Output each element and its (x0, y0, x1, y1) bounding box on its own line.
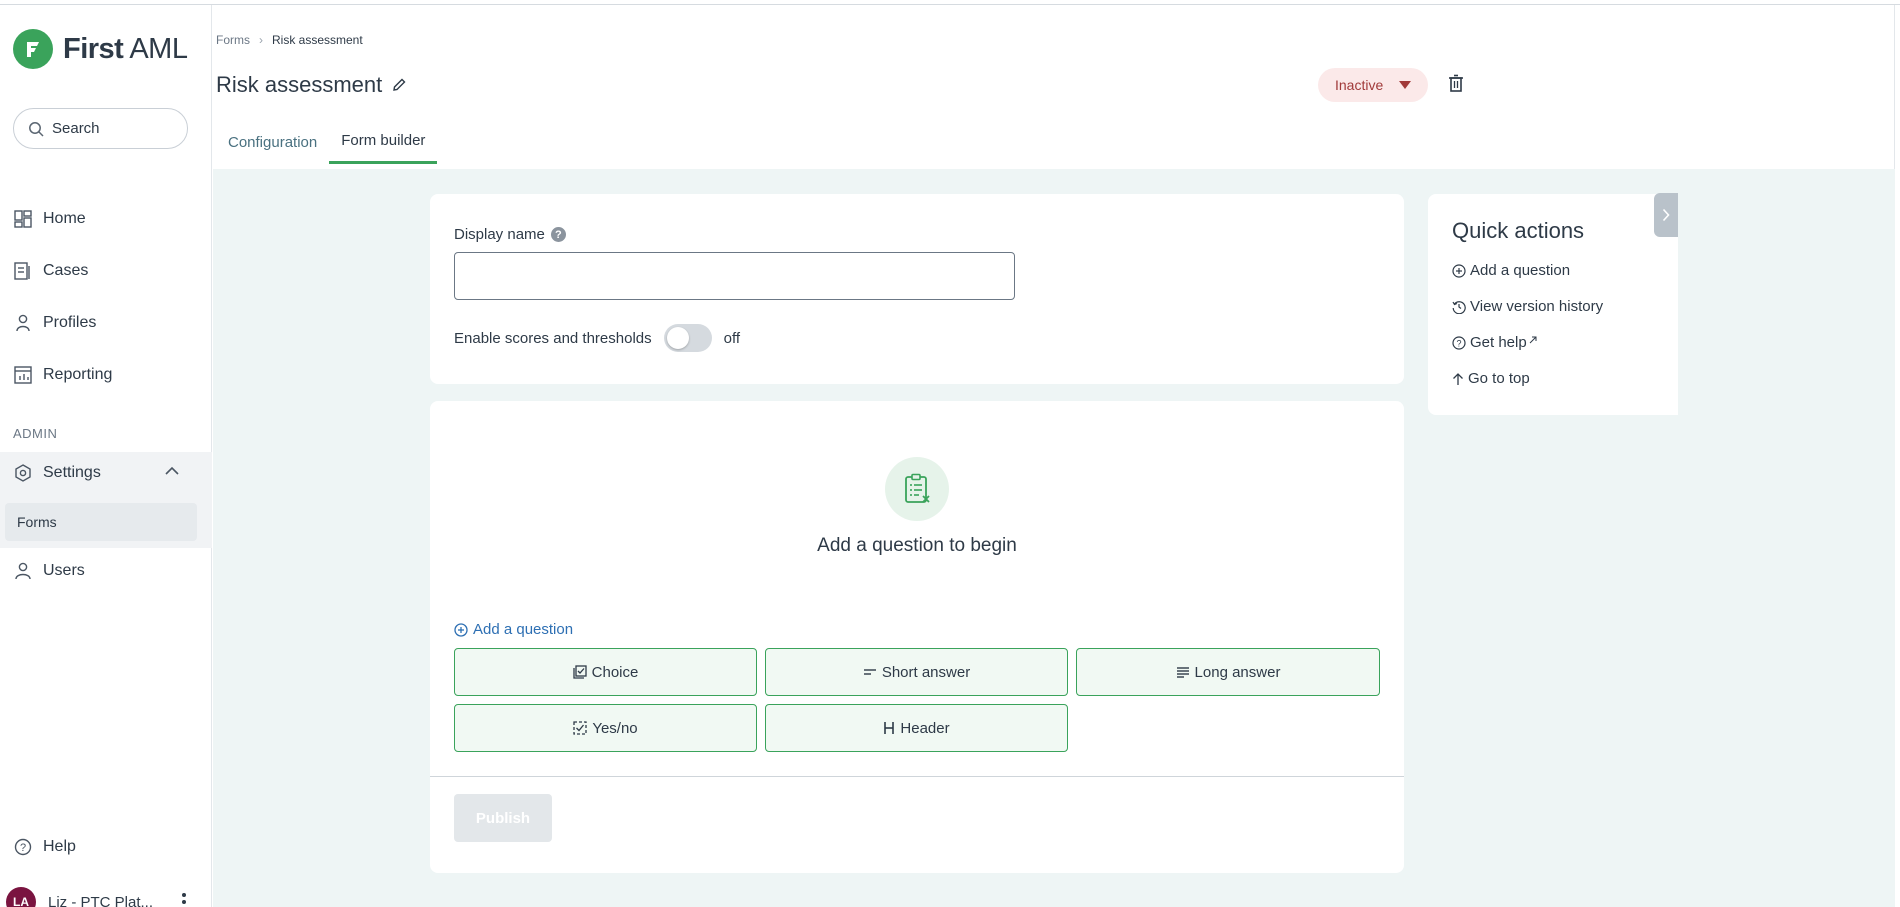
scores-toggle-row: Enable scores and thresholds off (454, 324, 740, 352)
sidebar-item-label: Profiles (43, 314, 97, 331)
history-icon (1452, 300, 1466, 314)
logo[interactable]: First AML (13, 29, 188, 69)
tab-configuration[interactable]: Configuration (216, 120, 329, 164)
yes-no-icon (573, 721, 587, 735)
add-long-answer-button[interactable]: Long answer (1076, 648, 1380, 696)
sidebar-item-home[interactable]: Home (0, 199, 212, 239)
clipboard-empty-icon (885, 457, 949, 521)
arrow-up-icon (1453, 372, 1463, 385)
tab-form-builder[interactable]: Form builder (329, 120, 438, 164)
person-icon (16, 314, 30, 332)
user-menu[interactable]: LA Liz - PTC Plat... (0, 885, 212, 907)
help-circle-icon: ? (14, 838, 32, 856)
scores-state: off (723, 329, 741, 347)
sidebar-item-users[interactable]: Users (0, 551, 212, 591)
scores-toggle[interactable] (663, 324, 712, 352)
sidebar-subitem-forms[interactable]: Forms (5, 503, 197, 541)
display-name-label: Display name ? (454, 226, 566, 243)
divider (430, 776, 1404, 777)
sidebar-item-label: Cases (43, 262, 89, 279)
collapse-panel-button[interactable] (1654, 193, 1678, 237)
quick-actions-panel: Quick actions Add a question View versio… (1428, 194, 1678, 415)
svg-text:?: ? (20, 842, 26, 854)
page-header (213, 5, 1895, 169)
admin-section-label: ADMIN (13, 426, 58, 441)
publish-button[interactable]: Publish (454, 794, 552, 842)
chevron-right-icon: › (259, 33, 263, 47)
form-settings-card: Display name ? Enable scores and thresho… (430, 194, 1404, 384)
add-choice-button[interactable]: Choice (454, 648, 757, 696)
choice-icon (572, 665, 587, 679)
qa-go-to-top-link[interactable]: Go to top (1452, 370, 1530, 387)
form-builder-card: Add a question to begin Add a question C… (430, 401, 1404, 873)
sidebar-item-help[interactable]: ? Help (0, 827, 212, 867)
sidebar-item-reporting[interactable]: Reporting (0, 355, 212, 395)
long-answer-icon (1176, 667, 1189, 678)
short-answer-icon (863, 669, 876, 675)
status-dropdown[interactable]: Inactive (1318, 68, 1428, 102)
page-title: Risk assessment (216, 72, 407, 98)
breadcrumb-current: Risk assessment (272, 33, 363, 47)
chevron-right-icon (1662, 208, 1670, 222)
search-icon (29, 121, 44, 137)
logo-mark-icon (13, 29, 53, 69)
sidebar-item-profiles[interactable]: Profiles (0, 303, 212, 343)
help-question-icon[interactable]: ? (550, 227, 566, 242)
dashboard-icon (14, 210, 32, 228)
search-placeholder: Search (52, 120, 100, 137)
qa-version-history-link[interactable]: View version history (1452, 298, 1603, 315)
sidebar-item-settings[interactable]: Settings (0, 453, 212, 493)
user-name: Liz - PTC Plat... (48, 893, 154, 907)
external-link-icon (1529, 336, 1537, 343)
breadcrumb-forms-link[interactable]: Forms (216, 33, 250, 47)
sidebar-item-label: Settings (43, 464, 101, 481)
sidebar-item-label: Home (43, 210, 86, 227)
plus-circle-icon (1452, 263, 1466, 278)
add-question-link[interactable]: Add a question (454, 621, 573, 638)
avatar: LA (6, 887, 36, 907)
sidebar: First AML Search Home Cases Profiles Rep… (0, 5, 212, 907)
qa-add-question-link[interactable]: Add a question (1452, 262, 1570, 279)
caret-down-icon (1399, 81, 1411, 89)
report-icon (14, 366, 32, 384)
add-short-answer-button[interactable]: Short answer (765, 648, 1068, 696)
sidebar-item-label: Users (43, 562, 85, 579)
gear-icon (15, 464, 31, 482)
sidebar-item-label: Help (43, 838, 76, 855)
chevron-up-icon (165, 466, 179, 475)
plus-circle-icon (454, 622, 468, 637)
search-input[interactable]: Search (13, 108, 188, 149)
qa-get-help-link[interactable]: ? Get help (1452, 334, 1541, 351)
header-icon (884, 722, 895, 734)
add-header-button[interactable]: Header (765, 704, 1068, 752)
logo-text: First AML (63, 32, 188, 65)
more-vertical-icon[interactable] (182, 893, 186, 907)
quick-actions-title: Quick actions (1452, 218, 1585, 243)
help-circle-icon: ? (1452, 335, 1466, 350)
empty-state-title: Add a question to begin (817, 535, 1017, 556)
svg-text:?: ? (1456, 338, 1461, 348)
sidebar-item-cases[interactable]: Cases (0, 251, 212, 291)
tab-bar: Configuration Form builder (216, 120, 438, 164)
sidebar-item-label: Reporting (43, 366, 113, 383)
toggle-knob (666, 327, 689, 349)
add-yes-no-button[interactable]: Yes/no (454, 704, 757, 752)
users-icon (15, 562, 31, 580)
scores-label: Enable scores and thresholds (454, 329, 652, 347)
cases-icon (14, 262, 30, 280)
display-name-field[interactable] (454, 252, 1015, 300)
trash-icon[interactable] (1448, 74, 1464, 92)
breadcrumb: Forms › Risk assessment (216, 33, 363, 47)
edit-pencil-icon[interactable] (391, 77, 407, 93)
